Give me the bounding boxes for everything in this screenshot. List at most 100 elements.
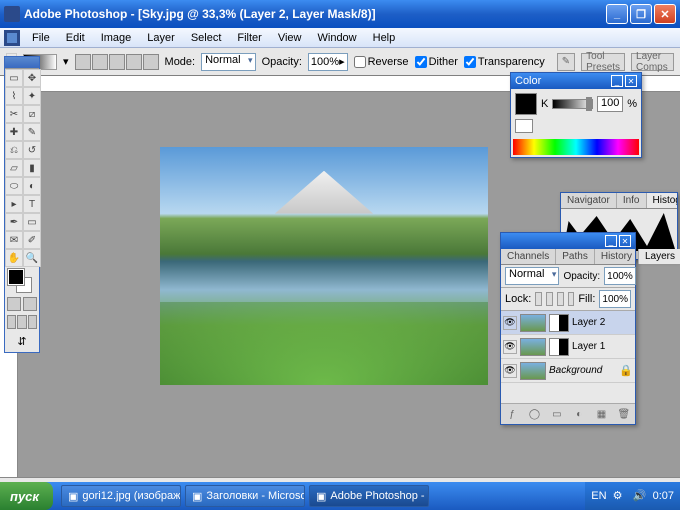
lang-indicator[interactable]: EN: [591, 490, 606, 502]
layer-opacity-input[interactable]: 100%: [604, 267, 636, 285]
menu-edit[interactable]: Edit: [58, 30, 93, 46]
k-slider[interactable]: [552, 99, 593, 109]
layer-row[interactable]: 👁 Background 🔒: [501, 359, 635, 383]
maximize-button[interactable]: ❐: [630, 4, 652, 24]
tab-histogram[interactable]: Histogram: [647, 193, 679, 208]
shape-tool[interactable]: ▭: [23, 213, 41, 231]
gradient-reflected[interactable]: [126, 54, 142, 70]
brush-dock-icon[interactable]: ✎: [557, 53, 575, 71]
tray-icon[interactable]: 🔊: [633, 489, 647, 503]
layers-panel-close-icon[interactable]: ✕: [619, 235, 631, 247]
gradient-linear[interactable]: [75, 54, 91, 70]
visibility-icon[interactable]: 👁: [503, 364, 517, 378]
gradient-angle[interactable]: [109, 54, 125, 70]
tool-presets-well[interactable]: Tool Presets: [581, 53, 625, 71]
menu-view[interactable]: View: [270, 30, 310, 46]
layer-comps-well[interactable]: Layer Comps: [631, 53, 674, 71]
blend-mode-select[interactable]: Normal: [201, 53, 255, 71]
brush-tool[interactable]: ✎: [23, 123, 41, 141]
screen-mode-2[interactable]: [17, 315, 26, 329]
standard-mode-icon[interactable]: [7, 297, 21, 311]
tab-paths[interactable]: Paths: [556, 249, 595, 264]
heal-tool[interactable]: ✚: [5, 123, 23, 141]
fill-input[interactable]: 100%: [599, 290, 631, 308]
tab-navigator[interactable]: Navigator: [561, 193, 617, 208]
layer-blend-select[interactable]: Normal: [505, 267, 559, 285]
menu-filter[interactable]: Filter: [229, 30, 269, 46]
k-value[interactable]: 100: [597, 96, 623, 112]
eraser-tool[interactable]: ▱: [5, 159, 23, 177]
taskbar-item[interactable]: ▣ Adobe Photoshop - [...: [309, 485, 429, 507]
folder-icon[interactable]: ▭: [550, 407, 564, 421]
taskbar-item[interactable]: ▣ Заголовки - Microsof...: [185, 485, 305, 507]
gradient-radial[interactable]: [92, 54, 108, 70]
notes-tool[interactable]: ✉: [5, 231, 23, 249]
layer-thumbnail[interactable]: [520, 314, 546, 332]
menu-select[interactable]: Select: [183, 30, 230, 46]
panel-close-icon[interactable]: ✕: [625, 75, 637, 87]
color-fg-swatch[interactable]: [515, 93, 537, 115]
tab-info[interactable]: Info: [617, 193, 647, 208]
gradient-diamond[interactable]: [143, 54, 159, 70]
dodge-tool[interactable]: ◐: [23, 177, 41, 195]
menu-layer[interactable]: Layer: [139, 30, 183, 46]
menu-image[interactable]: Image: [93, 30, 140, 46]
menu-file[interactable]: File: [24, 30, 58, 46]
visibility-icon[interactable]: 👁: [503, 316, 517, 330]
dither-checkbox[interactable]: Dither: [415, 56, 458, 68]
slice-tool[interactable]: ⧄: [23, 105, 41, 123]
eyedropper-tool[interactable]: ✐: [23, 231, 41, 249]
menu-help[interactable]: Help: [365, 30, 404, 46]
layer-name[interactable]: Layer 2: [572, 317, 633, 328]
spectrum-bar[interactable]: [513, 139, 639, 155]
blur-tool[interactable]: ⬭: [5, 177, 23, 195]
layer-name[interactable]: Layer 1: [572, 341, 633, 352]
pen-tool[interactable]: ✒: [5, 213, 23, 231]
layer-row[interactable]: 👁 Layer 2: [501, 311, 635, 335]
reverse-checkbox[interactable]: Reverse: [354, 56, 409, 68]
foreground-color[interactable]: [8, 269, 24, 285]
trash-icon[interactable]: 🗑: [617, 407, 631, 421]
clock[interactable]: 0:07: [653, 490, 674, 502]
marquee-tool[interactable]: ▭: [5, 69, 23, 87]
screen-mode-3[interactable]: [28, 315, 37, 329]
opacity-input[interactable]: 100% ▸: [308, 53, 348, 71]
zoom-tool[interactable]: 🔍: [23, 249, 41, 267]
lock-position-icon[interactable]: [557, 292, 564, 306]
new-layer-icon[interactable]: ▦: [594, 407, 608, 421]
tab-channels[interactable]: Channels: [501, 249, 556, 264]
gradient-tool[interactable]: ▮: [23, 159, 41, 177]
imageready-icon[interactable]: ⇵: [5, 331, 39, 352]
hand-tool[interactable]: ✋: [5, 249, 23, 267]
quickmask-mode-icon[interactable]: [23, 297, 37, 311]
adjust-icon[interactable]: ◐: [572, 407, 586, 421]
layer-thumbnail[interactable]: [520, 362, 546, 380]
wand-tool[interactable]: ✦: [23, 87, 41, 105]
start-button[interactable]: пуск: [0, 482, 53, 510]
panel-minimize-icon[interactable]: _: [611, 75, 623, 87]
stamp-tool[interactable]: ⎌: [5, 141, 23, 159]
history-brush-tool[interactable]: ↺: [23, 141, 41, 159]
document-image[interactable]: [160, 147, 488, 385]
layer-name[interactable]: Background: [549, 365, 616, 376]
lock-pixels-icon[interactable]: [546, 292, 553, 306]
lock-transparency-icon[interactable]: [535, 292, 542, 306]
tray-icon[interactable]: ⚙: [613, 489, 627, 503]
lock-all-icon[interactable]: [568, 292, 575, 306]
mask-icon[interactable]: ◯: [527, 407, 541, 421]
close-button[interactable]: ✕: [654, 4, 676, 24]
layers-panel-min-icon[interactable]: _: [605, 235, 617, 247]
layer-mask-thumbnail[interactable]: [549, 338, 569, 356]
transparency-checkbox[interactable]: Transparency: [464, 56, 545, 68]
minimize-button[interactable]: _: [606, 4, 628, 24]
tab-history[interactable]: History: [595, 249, 639, 264]
layer-row[interactable]: 👁 Layer 1: [501, 335, 635, 359]
menu-window[interactable]: Window: [310, 30, 365, 46]
screen-mode-1[interactable]: [7, 315, 16, 329]
move-tool[interactable]: ✥: [23, 69, 41, 87]
path-tool[interactable]: ▸: [5, 195, 23, 213]
color-bg-swatch[interactable]: [515, 119, 533, 133]
lasso-tool[interactable]: ⌇: [5, 87, 23, 105]
gradient-arrow-icon[interactable]: ▾: [63, 55, 69, 68]
fx-icon[interactable]: ƒ: [505, 407, 519, 421]
